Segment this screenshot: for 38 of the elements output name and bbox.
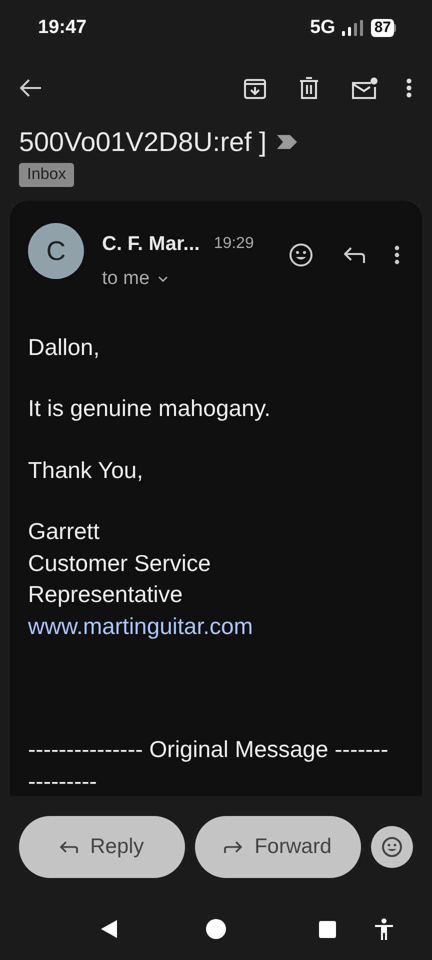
sender-name[interactable]: C. F. Mar...: [102, 229, 200, 259]
email-subject: 500Vo01V2D8U:ref ]: [19, 128, 267, 156]
recipient-label[interactable]: to me: [102, 265, 150, 294]
message-text: Representative: [28, 580, 184, 609]
chevron-down-icon[interactable]: [158, 276, 168, 282]
message-text: Thank You,: [28, 456, 144, 484]
forward-icon: [224, 840, 242, 854]
archive-icon[interactable]: [244, 77, 266, 99]
message-text: Garrett: [28, 517, 101, 546]
sender-avatar[interactable]: C: [28, 223, 84, 279]
message-time: 19:29: [214, 234, 254, 254]
more-icon[interactable]: [406, 78, 412, 98]
network-type: 5G: [310, 16, 336, 40]
reply-button[interactable]: Reply: [19, 816, 185, 878]
reply-icon[interactable]: [344, 247, 366, 263]
home-nav-icon[interactable]: [206, 919, 226, 939]
signal-icon: [341, 20, 366, 36]
message-text: ---------: [28, 766, 98, 796]
mail-icon[interactable]: [352, 77, 378, 99]
back-icon[interactable]: [20, 79, 42, 97]
forward-button[interactable]: Forward: [195, 816, 361, 878]
recents-nav-icon[interactable]: [319, 920, 336, 938]
message-text: It is genuine mahogany.: [28, 394, 272, 423]
emoji-button[interactable]: [371, 826, 413, 868]
message-text: Customer Service: [28, 548, 212, 578]
back-nav-icon[interactable]: [100, 919, 118, 939]
reply-icon: [60, 840, 78, 854]
accessibility-icon[interactable]: [374, 918, 394, 940]
message-text: Dallon,: [28, 332, 101, 362]
emoji-icon[interactable]: [289, 243, 313, 267]
label-chip[interactable]: Inbox: [19, 163, 74, 187]
message-text: --------------- Original Message -------: [28, 735, 390, 764]
clock: 19:47: [38, 16, 87, 40]
trash-icon[interactable]: [299, 77, 319, 99]
battery-icon: 87: [371, 19, 396, 37]
importance-icon[interactable]: [276, 135, 297, 149]
website-link[interactable]: www.martinguitar.com: [28, 610, 404, 642]
more-icon[interactable]: [394, 245, 400, 265]
